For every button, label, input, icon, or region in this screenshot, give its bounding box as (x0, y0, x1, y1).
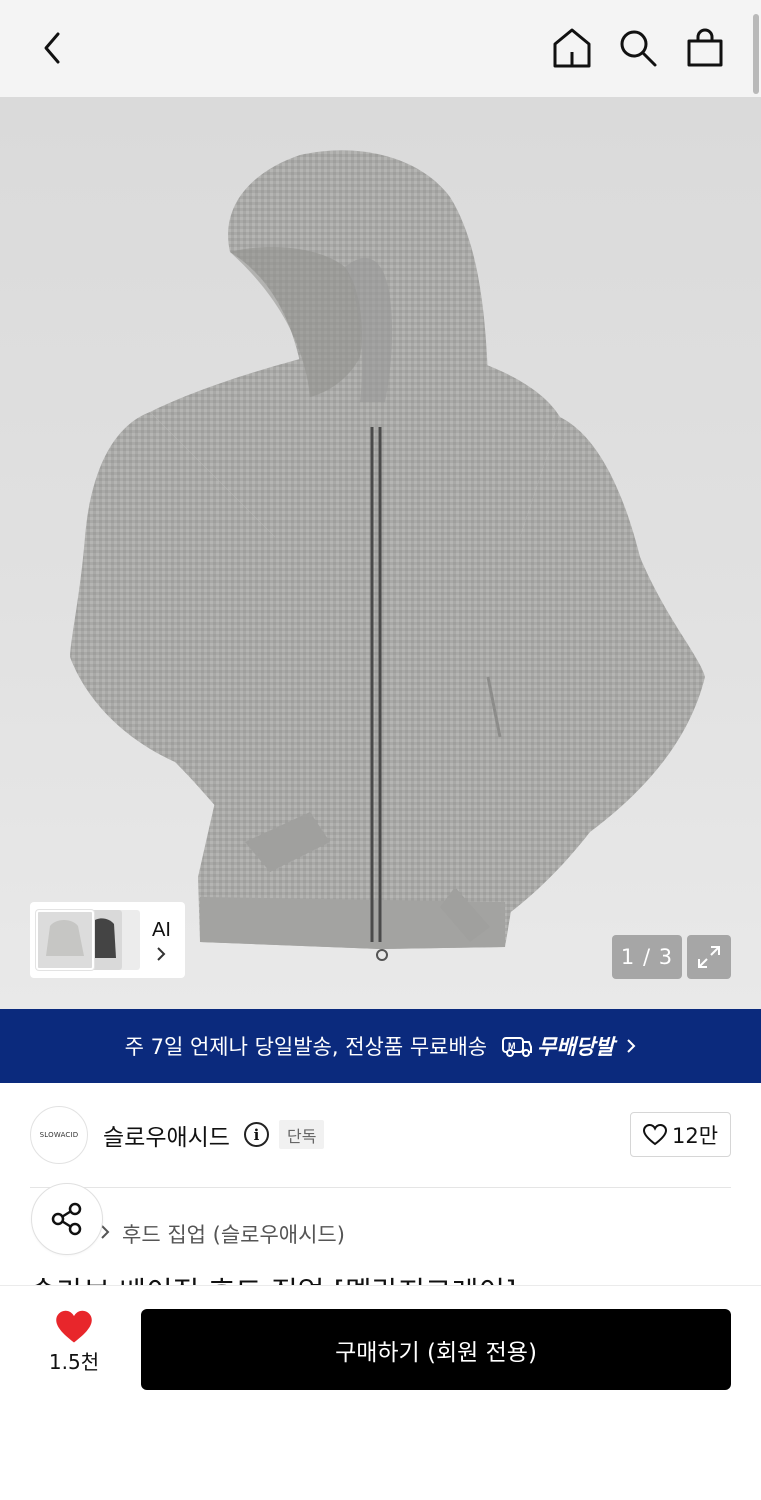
thumbnail-image (36, 910, 94, 970)
chevron-right-icon (626, 1038, 636, 1054)
ai-text: AI (152, 919, 171, 962)
top-app-bar (0, 0, 761, 97)
ai-recommendation-chip[interactable]: AI (30, 902, 185, 978)
heart-filled-icon (56, 1310, 92, 1343)
home-icon (553, 28, 591, 68)
cart-button[interactable] (679, 22, 731, 74)
expand-button[interactable] (687, 935, 731, 979)
share-button[interactable] (31, 1183, 103, 1255)
buy-button[interactable]: 구매하기 (회원 전용) (141, 1309, 731, 1390)
wishlist-button[interactable]: 1.5천 (40, 1310, 108, 1375)
store-name[interactable]: 슬로우애시드 (103, 1118, 230, 1152)
ai-thumbnails (34, 907, 144, 973)
product-title: 슬라브 베이직 후드 집업 [멜란지그레이] (30, 1269, 516, 1286)
store-like-button[interactable]: 12만 (630, 1112, 731, 1157)
share-icon (51, 1202, 82, 1236)
shopping-bag-icon (687, 28, 723, 67)
back-button[interactable] (26, 22, 78, 74)
breadcrumb-category[interactable]: 후드 집업 (슬로우애시드) (122, 1219, 345, 1249)
home-button[interactable] (546, 22, 598, 74)
store-like-count: 12만 (671, 1123, 719, 1148)
ai-label: AI (152, 918, 171, 941)
divider (30, 1187, 731, 1188)
svg-text:M: M (508, 1041, 516, 1051)
store-logo[interactable]: SLOWACID (30, 1106, 88, 1164)
product-photo-hoodie (70, 150, 705, 961)
search-button[interactable] (612, 22, 664, 74)
scrollbar[interactable] (753, 14, 759, 94)
banner-text: 주 7일 언제나 당일발송, 전상품 무료배송 (124, 1035, 488, 1059)
truck-icon: M (501, 1035, 533, 1057)
search-icon (620, 30, 657, 67)
heart-outline-icon (642, 1123, 667, 1145)
page-indicator: 1 / 3 (612, 935, 682, 979)
wish-count: 1.5천 (48, 1350, 100, 1374)
chevron-right-icon (157, 946, 166, 961)
expand-icon (698, 946, 720, 968)
product-title-container: 슬라브 베이직 후드 집업 [멜란지그레이] (30, 1265, 730, 1286)
delivery-banner[interactable]: 주 7일 언제나 당일발송, 전상품 무료배송 M 무배당발 (0, 1009, 761, 1083)
chevron-left-icon (44, 32, 60, 64)
service-name: 무배당발 (537, 1035, 615, 1059)
bottom-action-bar: 1.5천 구매하기 (회원 전용) (0, 1285, 761, 1500)
info-icon[interactable]: i (244, 1122, 269, 1147)
exclusive-badge: 단독 (279, 1120, 325, 1149)
product-image-gallery[interactable]: AI 1 / 3 (0, 97, 761, 1009)
